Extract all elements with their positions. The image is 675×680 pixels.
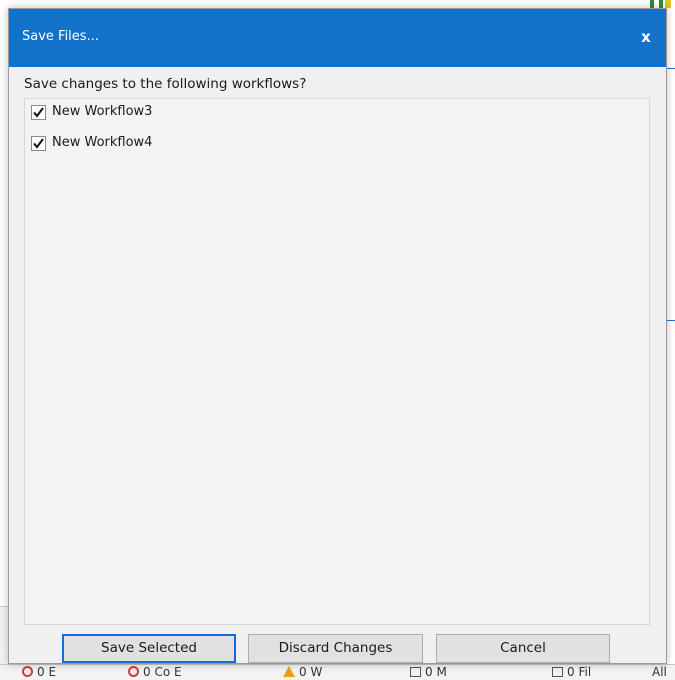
item-label: New Workflow4 (52, 135, 153, 150)
dialog-titlebar[interactable]: Save Files... x (9, 9, 666, 67)
warning-icon (283, 666, 295, 677)
background-toolbar-icon (659, 0, 663, 8)
message-icon (410, 667, 421, 677)
background-toolbar-icon (650, 0, 654, 8)
status-all[interactable]: All (652, 665, 667, 680)
background-divider (667, 320, 675, 321)
file-icon (552, 667, 563, 677)
save-files-dialog: Save Files... x Save changes to the foll… (8, 8, 667, 664)
dialog-title: Save Files... (22, 29, 99, 44)
background-status-bar: 0 E 0 Co E 0 W 0 M 0 Fil All (0, 664, 675, 680)
close-icon: x (641, 28, 651, 46)
workflow-list[interactable]: New Workflow3 New Workflow4 (24, 98, 650, 625)
status-errors[interactable]: 0 E (22, 665, 56, 680)
error-icon (22, 666, 33, 677)
background-divider (667, 68, 675, 69)
background-right-panel (667, 0, 675, 679)
background-left-panel (0, 606, 8, 665)
item-label: New Workflow3 (52, 104, 153, 119)
status-messages[interactable]: 0 M (410, 665, 447, 680)
discard-changes-button[interactable]: Discard Changes (248, 634, 423, 663)
list-item[interactable]: New Workflow3 (31, 102, 152, 122)
list-item[interactable]: New Workflow4 (31, 133, 152, 153)
save-selected-button[interactable]: Save Selected (62, 634, 236, 663)
item-checkbox[interactable] (31, 135, 46, 151)
close-button[interactable]: x (632, 24, 660, 50)
item-checkbox[interactable] (31, 104, 46, 120)
dialog-prompt: Save changes to the following workflows? (24, 76, 307, 92)
status-files[interactable]: 0 Fil (552, 665, 591, 680)
cancel-button[interactable]: Cancel (436, 634, 610, 663)
background-toolbar-icon (665, 0, 671, 8)
error-icon (128, 666, 139, 677)
status-warnings[interactable]: 0 W (283, 665, 322, 680)
status-code-errors[interactable]: 0 Co E (128, 665, 182, 680)
checkmark-icon (31, 135, 46, 151)
checkmark-icon (31, 104, 46, 120)
